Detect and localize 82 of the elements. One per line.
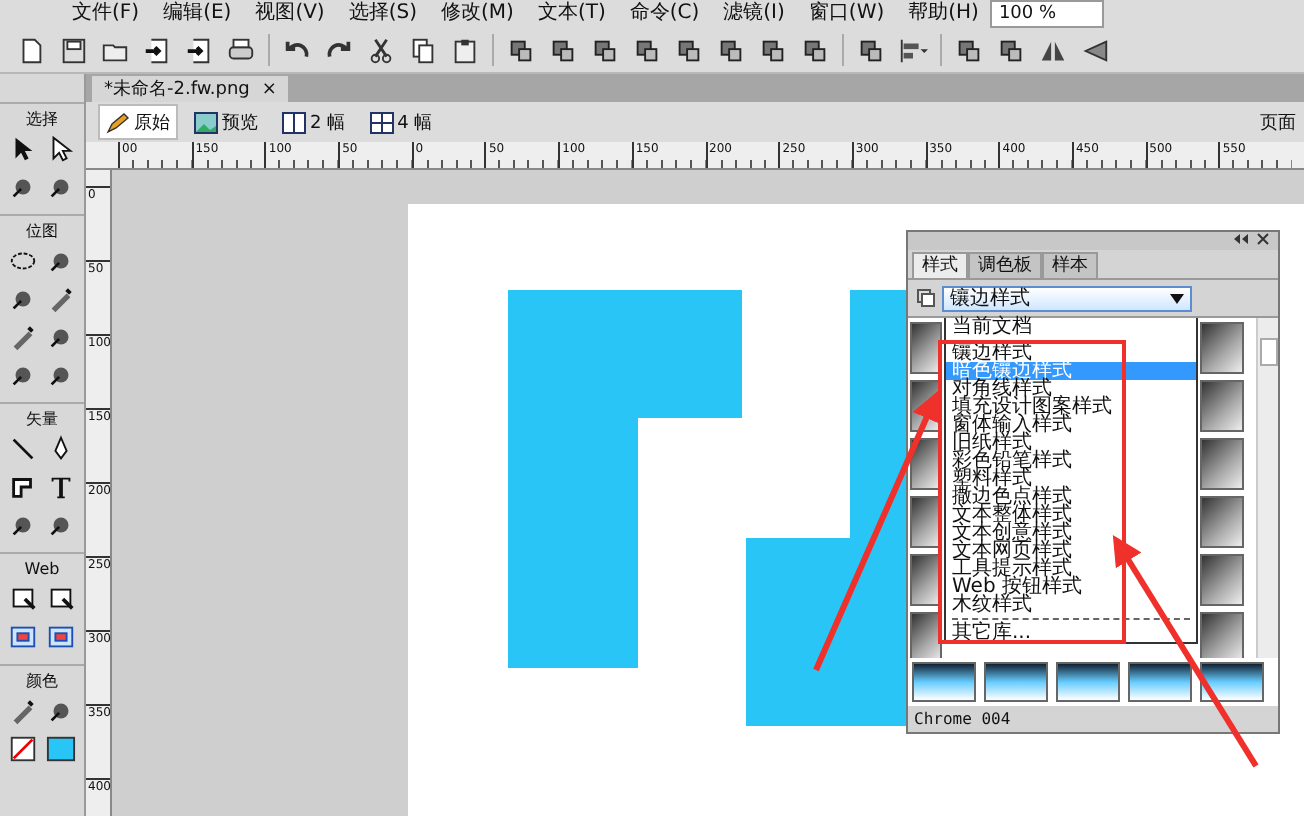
style-thumbnail[interactable] [1200, 380, 1244, 432]
zoom-field[interactable]: 100 % [990, 0, 1104, 28]
view-mode-button[interactable]: 4 幅 [361, 104, 441, 140]
dropdown-option[interactable]: 木纹样式 [946, 596, 1196, 614]
copy-icon[interactable] [408, 35, 438, 65]
text-tool-icon[interactable] [46, 472, 76, 502]
style-thumbnail[interactable] [1200, 496, 1244, 548]
dropdown-option[interactable]: Web 按钮样式 [946, 578, 1196, 596]
brush-icon[interactable] [46, 284, 76, 314]
dropdown-option[interactable]: 文本创意样式 [946, 524, 1196, 542]
align-icon[interactable] [898, 35, 928, 65]
style-thumbnail[interactable] [1200, 322, 1244, 374]
style-thumbnail[interactable] [1056, 662, 1120, 702]
slice-icon[interactable] [46, 584, 76, 614]
menu-item[interactable]: 窗口(W) [796, 2, 897, 26]
menu-item[interactable]: 帮助(H) [896, 2, 991, 26]
menu-item[interactable]: 选择(S) [336, 2, 429, 26]
import-icon[interactable] [142, 35, 172, 65]
dropdown-option[interactable]: 文本网页样式 [946, 542, 1196, 560]
style-thumbnail[interactable] [1128, 662, 1192, 702]
save-icon[interactable] [58, 35, 88, 65]
pencil-icon[interactable] [8, 322, 38, 352]
pencil-icon [106, 111, 130, 133]
dropdown-option[interactable]: 其它库... [946, 624, 1196, 642]
library-icon[interactable] [916, 288, 936, 308]
scrollbar[interactable] [1256, 318, 1278, 658]
section-title: 位图 [24, 220, 60, 242]
dropdown-option[interactable]: 当前文档 [946, 318, 1196, 336]
line-icon[interactable] [8, 434, 38, 464]
dropdown-option[interactable]: 彩色铅笔样式 [946, 452, 1196, 470]
page-label[interactable]: 页面 [1260, 109, 1296, 135]
style-thumbnail[interactable] [912, 662, 976, 702]
menu-item[interactable]: 文本(T) [525, 2, 618, 26]
fill-color-icon[interactable] [46, 734, 76, 764]
panel-tab[interactable]: 调色板 [968, 252, 1042, 278]
eyedropper-icon[interactable] [8, 696, 38, 726]
section-title: Web [22, 558, 62, 580]
section-title: 颜色 [24, 670, 60, 692]
style-thumbnail[interactable] [1200, 662, 1264, 702]
style-thumbnail[interactable] [984, 662, 1048, 702]
cut-icon[interactable] [366, 35, 396, 65]
style-thumbnail[interactable] [1200, 438, 1244, 490]
close-button[interactable]: × [261, 79, 277, 99]
print-icon[interactable] [226, 35, 256, 65]
caret-icon [1170, 293, 1184, 303]
view-mode-button[interactable]: 原始 [98, 104, 178, 140]
menu-item[interactable]: 视图(V) [243, 2, 337, 26]
section-title: 矢量 [24, 408, 60, 430]
stroke-color-icon[interactable] [8, 734, 38, 764]
section-title: 选择 [24, 108, 60, 130]
hide-slices-icon[interactable] [8, 622, 38, 652]
menu-item[interactable]: 滤镜(I) [711, 2, 797, 26]
panel-tab[interactable]: 样式 [912, 252, 968, 278]
menu-item[interactable]: 修改(M) [429, 2, 526, 26]
show-slices-icon[interactable] [46, 622, 76, 652]
four-pane-icon [369, 111, 394, 133]
hotspot-icon[interactable] [8, 584, 38, 614]
panel-tab[interactable]: 样本 [1042, 252, 1098, 278]
dropdown-option[interactable]: 工具提示样式 [946, 560, 1196, 578]
close-icon[interactable] [1256, 232, 1270, 246]
style-thumbnail[interactable] [1200, 554, 1244, 606]
menu-item[interactable]: 文件(F) [60, 2, 152, 26]
style-name-label: Chrome 004 [912, 708, 1013, 732]
paste-icon[interactable] [450, 35, 480, 65]
dropdown-option[interactable]: 旧纸样式 [946, 434, 1196, 452]
view-mode-button[interactable]: 2 幅 [274, 104, 354, 140]
dropdown-option[interactable]: 窗体输入样式 [946, 416, 1196, 434]
style-library-dropdown[interactable]: 镶边样式 [942, 285, 1192, 311]
style-thumbnail[interactable] [910, 322, 942, 374]
dropdown-option[interactable]: 对角线样式 [946, 380, 1196, 398]
document-tab[interactable]: *未命名-2.fw.png × [92, 76, 289, 102]
collapse-icon[interactable] [1234, 232, 1248, 246]
export-icon[interactable] [184, 35, 214, 65]
dropdown-option[interactable]: 文本整体样式 [946, 506, 1196, 524]
two-pane-icon [282, 111, 306, 133]
dropdown-option[interactable]: 塑料样式 [946, 470, 1196, 488]
dropdown-option[interactable]: 填充设计图案样式 [946, 398, 1196, 416]
menu-item[interactable]: 命令(C) [617, 2, 712, 26]
image-icon [194, 111, 218, 133]
menu-item[interactable]: 编辑(E) [151, 2, 244, 26]
dropdown-option[interactable]: 撒边色点样式 [946, 488, 1196, 506]
view-mode-button[interactable]: 预览 [186, 104, 266, 140]
